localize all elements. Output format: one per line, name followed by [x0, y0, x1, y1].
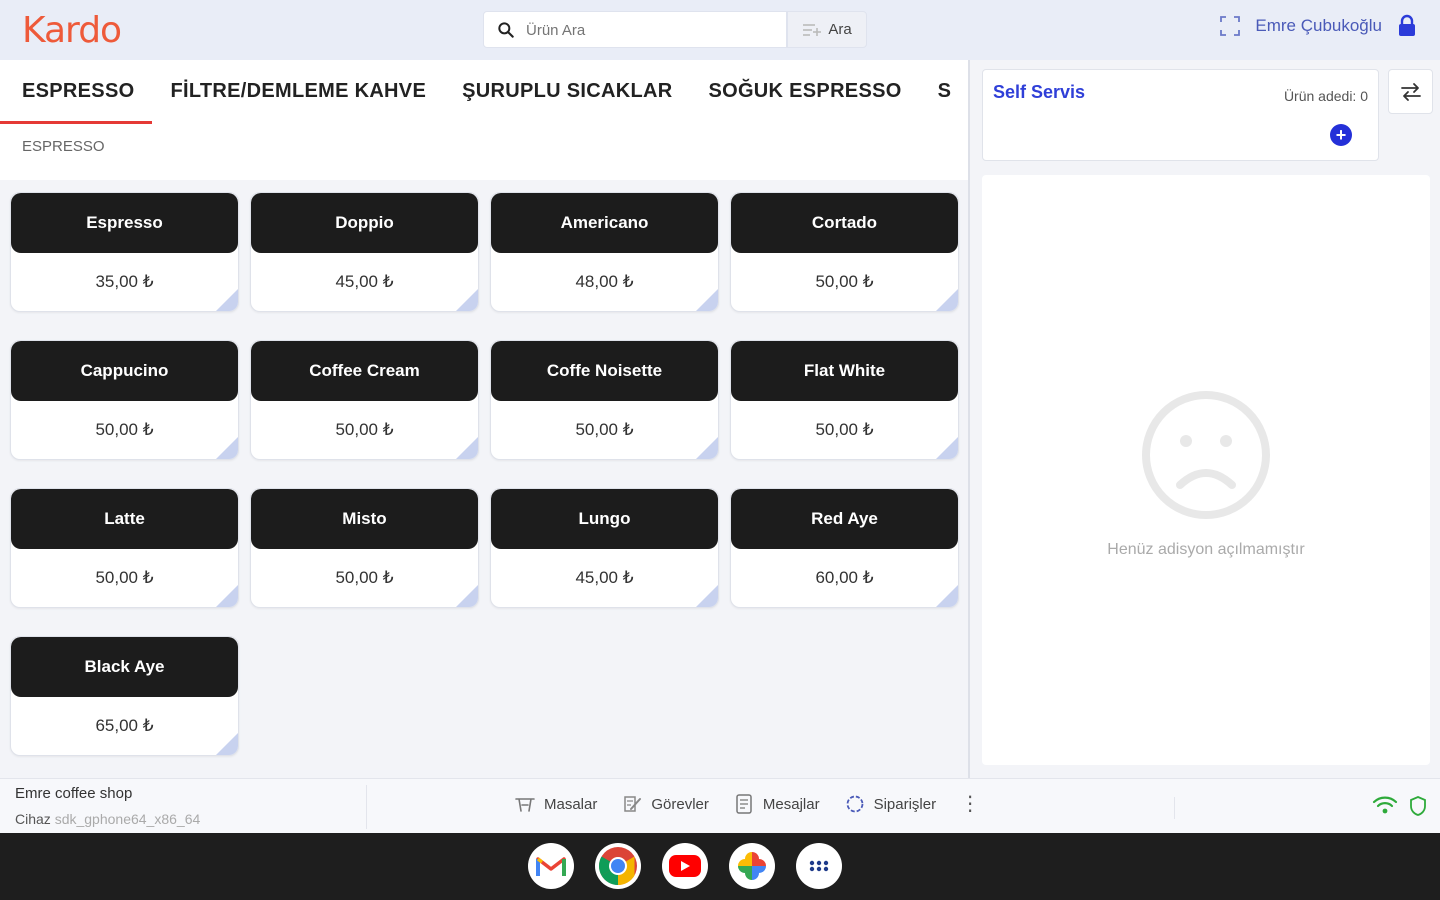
swap-button[interactable]: [1388, 69, 1433, 114]
youtube-icon[interactable]: [662, 843, 708, 889]
bottom-nav: Masalar Görevler Mesajlar Siparişler ⋮: [514, 793, 980, 815]
product-name: Doppio: [251, 193, 478, 253]
tab-espresso[interactable]: ESPRESSO: [0, 60, 153, 124]
order-header-card: Self Servis Ürün adedi: 0 +: [982, 69, 1379, 161]
item-count: Ürün adedi: 0: [1283, 88, 1368, 104]
search-box[interactable]: [483, 11, 787, 48]
status-bar: Emre coffee shop Cihaz sdk_gphone64_x86_…: [0, 778, 1440, 833]
product-name: Lungo: [491, 489, 718, 549]
product-price: 35,00 ₺: [95, 272, 154, 291]
chrome-icon[interactable]: [595, 843, 641, 889]
order-title[interactable]: Self Servis: [993, 82, 1085, 103]
product-name: Latte: [11, 489, 238, 549]
product-pane: ESPRESSO FİLTRE/DEMLEME KAHVE ŞURUPLU SI…: [0, 60, 968, 778]
product-name: Coffee Cream: [251, 341, 478, 401]
shield-icon: [1410, 796, 1426, 816]
search-input[interactable]: [526, 18, 776, 42]
more-options-icon[interactable]: ⋮: [960, 793, 980, 815]
product-card[interactable]: Red Aye 60,00 ₺: [730, 488, 959, 608]
orders-icon: [846, 795, 863, 813]
google-photos-icon[interactable]: [729, 843, 775, 889]
product-price: 60,00 ₺: [815, 568, 874, 587]
nav-masalar[interactable]: Masalar: [514, 793, 597, 815]
filter-list-icon: [803, 23, 822, 36]
product-price: 50,00 ₺: [95, 420, 154, 439]
device-value: sdk_gphone64_x86_64: [54, 811, 201, 827]
product-card[interactable]: Black Aye 65,00 ₺: [10, 636, 239, 756]
app-drawer-icon[interactable]: [796, 843, 842, 889]
nav-siparisler[interactable]: Siparişler: [844, 793, 937, 815]
order-panel: Henüz adisyon açılmamıştır: [982, 175, 1430, 765]
android-nav-bar: [0, 833, 1440, 900]
product-card[interactable]: Americano 48,00 ₺: [490, 192, 719, 312]
product-price: 50,00 ₺: [95, 568, 154, 587]
gmail-icon[interactable]: [528, 843, 574, 889]
pane-divider: [968, 60, 970, 778]
user-name[interactable]: Emre Çubukoğlu: [1255, 16, 1382, 36]
top-bar: Kardo Ara Emre Çubukoğlu: [0, 0, 1440, 60]
product-name: Black Aye: [11, 637, 238, 697]
product-name: Cortado: [731, 193, 958, 253]
product-name: Espresso: [11, 193, 238, 253]
nav-label: Mesajlar: [762, 795, 820, 813]
product-card[interactable]: Latte 50,00 ₺: [10, 488, 239, 608]
category-bar: ESPRESSO FİLTRE/DEMLEME KAHVE ŞURUPLU SI…: [0, 60, 968, 180]
product-card[interactable]: Doppio 45,00 ₺: [250, 192, 479, 312]
product-price: 45,00 ₺: [335, 272, 394, 291]
tab-soguk-espresso[interactable]: SOĞUK ESPRESSO: [690, 60, 919, 124]
nav-mesajlar[interactable]: Mesajlar: [733, 793, 820, 815]
product-price: 50,00 ₺: [815, 272, 874, 291]
tasks-icon: [624, 796, 642, 812]
product-price: 50,00 ₺: [335, 568, 394, 587]
product-name: Cappucino: [11, 341, 238, 401]
add-customer-button[interactable]: +: [1330, 124, 1352, 146]
tab-truncated[interactable]: S: [920, 60, 968, 124]
product-card[interactable]: Misto 50,00 ₺: [250, 488, 479, 608]
product-name: Flat White: [731, 341, 958, 401]
kardo-logo: Kardo: [22, 10, 122, 51]
product-name: Red Aye: [731, 489, 958, 549]
product-name: Misto: [251, 489, 478, 549]
product-card[interactable]: Espresso 35,00 ₺: [10, 192, 239, 312]
nav-label: Masalar: [544, 795, 598, 813]
product-name: Coffe Noisette: [491, 341, 718, 401]
search-icon: [498, 22, 514, 38]
product-card[interactable]: Cortado 50,00 ₺: [730, 192, 959, 312]
product-grid: Espresso 35,00 ₺ Doppio 45,00 ₺ Americano 4…: [10, 192, 960, 756]
swap-arrows-icon: [1400, 82, 1421, 101]
app-dock: [528, 843, 842, 889]
product-card[interactable]: Coffe Noisette 50,00 ₺: [490, 340, 719, 460]
product-card[interactable]: Lungo 45,00 ₺: [490, 488, 719, 608]
product-price: 50,00 ₺: [815, 420, 874, 439]
product-price: 65,00 ₺: [95, 716, 154, 735]
search-button[interactable]: Ara: [787, 11, 867, 48]
product-name: Americano: [491, 193, 718, 253]
product-price: 45,00 ₺: [575, 568, 634, 587]
category-tabs: ESPRESSO FİLTRE/DEMLEME KAHVE ŞURUPLU SI…: [0, 60, 968, 124]
wifi-icon: [1372, 796, 1398, 814]
fullscreen-icon[interactable]: [1219, 15, 1241, 37]
product-card[interactable]: Flat White 50,00 ₺: [730, 340, 959, 460]
search-button-label: Ara: [828, 21, 852, 38]
device-info: Cihaz sdk_gphone64_x86_64: [15, 811, 200, 827]
nav-gorevler[interactable]: Görevler: [621, 793, 709, 815]
connection-status: [1372, 795, 1428, 817]
product-price: 48,00 ₺: [575, 272, 634, 291]
product-price: 50,00 ₺: [335, 420, 394, 439]
sad-face-icon: [1142, 391, 1270, 519]
nav-label: Siparişler: [873, 795, 937, 813]
table-icon: [515, 798, 535, 812]
subcategory-label[interactable]: ESPRESSO: [22, 138, 105, 155]
product-price: 50,00 ₺: [575, 420, 634, 439]
shop-name: Emre coffee shop: [15, 785, 133, 802]
messages-icon: [736, 794, 752, 814]
product-card[interactable]: Cappucino 50,00 ₺: [10, 340, 239, 460]
device-label: Cihaz: [15, 811, 51, 827]
product-card[interactable]: Coffee Cream 50,00 ₺: [250, 340, 479, 460]
tab-filtre-demleme-kahve[interactable]: FİLTRE/DEMLEME KAHVE: [152, 60, 444, 124]
lock-icon[interactable]: [1396, 14, 1418, 38]
nav-label: Görevler: [651, 795, 709, 813]
tab-suruplu-sicaklar[interactable]: ŞURUPLU SICAKLAR: [444, 60, 690, 124]
empty-order-message: Henüz adisyon açılmamıştır: [1107, 541, 1305, 558]
